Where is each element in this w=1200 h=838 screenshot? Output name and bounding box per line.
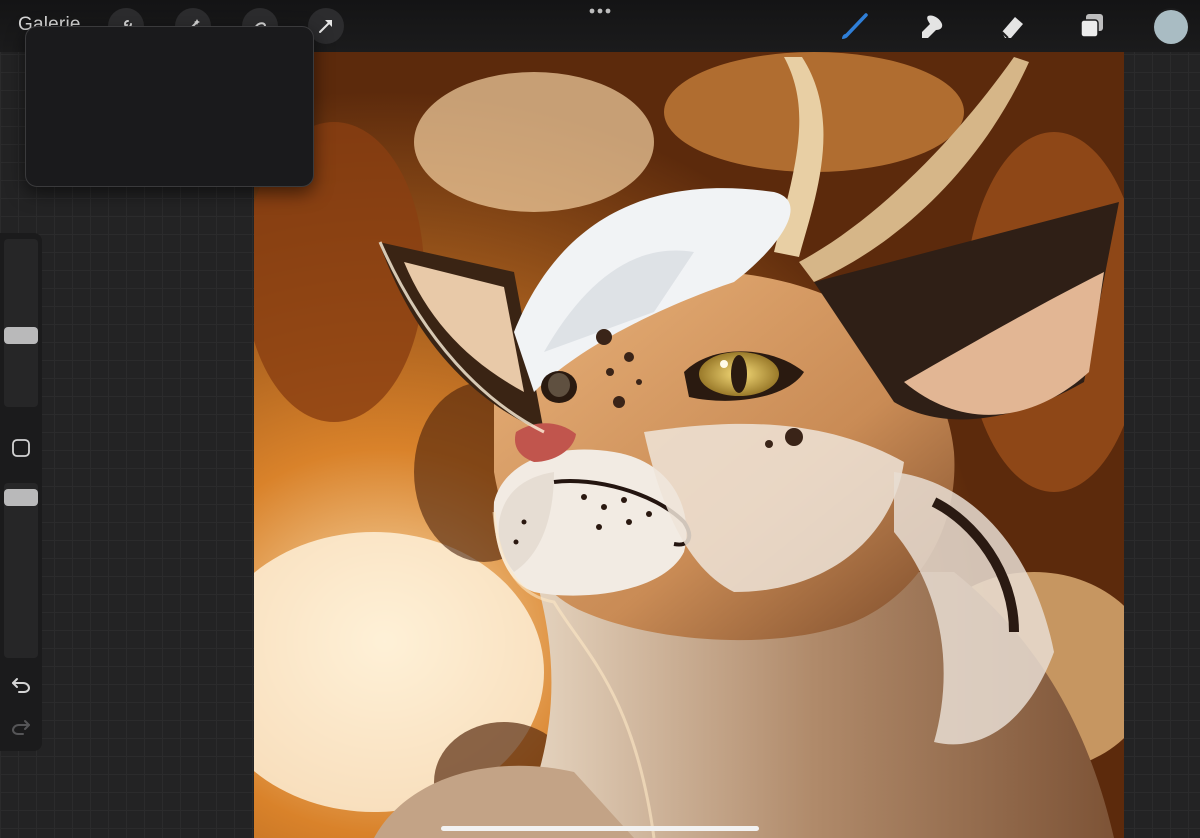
opacity-slider[interactable]: [4, 483, 38, 658]
color-picker-swatch[interactable]: [1154, 10, 1188, 44]
empty-popover-panel: [25, 26, 314, 187]
more-options-icon[interactable]: [586, 4, 614, 18]
artwork-painting: [254, 52, 1124, 838]
home-indicator[interactable]: [441, 826, 759, 831]
layers-icon[interactable]: [1074, 8, 1110, 44]
redo-arrow-icon[interactable]: [9, 715, 33, 739]
smudge-icon[interactable]: [914, 8, 950, 44]
modify-button-icon[interactable]: [11, 438, 31, 458]
left-sidebar: [0, 233, 42, 751]
opacity-slider-thumb[interactable]: [4, 489, 38, 507]
artwork-canvas[interactable]: [254, 52, 1124, 838]
brush-size-slider[interactable]: [4, 239, 38, 407]
brush-size-slider-thumb[interactable]: [4, 326, 38, 344]
undo-arrow-icon[interactable]: [9, 673, 33, 697]
eraser-icon[interactable]: [994, 8, 1030, 44]
procreate-app: Galerie: [0, 0, 1200, 838]
brush-icon[interactable]: [836, 8, 872, 44]
